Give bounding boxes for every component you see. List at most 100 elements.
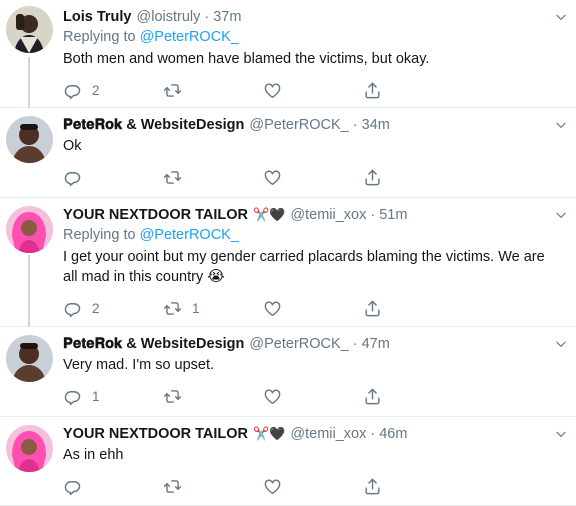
share-icon [363, 387, 382, 406]
display-name[interactable]: YOUR NEXTDOOR TAILOR [63, 425, 248, 443]
separator-dot: · [370, 207, 376, 223]
like-icon [263, 168, 282, 187]
replying-to-label: Replying to [63, 29, 136, 45]
like-button[interactable] [263, 168, 363, 187]
share-button[interactable] [363, 299, 463, 318]
tweet-actions: 1 [63, 377, 564, 415]
tweet-text: Ok [63, 138, 82, 154]
tweet-text: Very mad. I'm so upset. [63, 357, 215, 373]
tweet-lois-truly[interactable]: Lois Truly @loistruly · 37m Replying to … [0, 0, 576, 108]
like-icon [263, 387, 282, 406]
share-icon [363, 81, 382, 100]
tweet-header: 𝐏𝐞𝐭𝐞𝐑𝐨𝐤 & WebsiteDesign @PeterROCK_ · 34… [63, 116, 564, 134]
share-button[interactable] [363, 81, 463, 100]
display-name[interactable]: Lois Truly [63, 8, 132, 26]
retweet-icon [163, 387, 182, 406]
tweet-text-body: I get your ooint but my gender carried p… [63, 249, 545, 285]
chevron-down-icon[interactable] [554, 118, 568, 132]
user-handle[interactable]: @temii_xox [290, 425, 366, 443]
chevron-down-icon[interactable] [554, 10, 568, 24]
retweet-icon [163, 477, 182, 496]
reply-thread: Lois Truly @loistruly · 37m Replying to … [0, 0, 576, 506]
timestamp[interactable]: 37m [213, 8, 241, 26]
reply-button[interactable]: 1 [63, 387, 163, 406]
avatar[interactable] [6, 335, 53, 382]
tweet-header: 𝐏𝐞𝐭𝐞𝐑𝐨𝐤 & WebsiteDesign @PeterROCK_ · 47… [63, 335, 564, 353]
reply-button[interactable] [63, 168, 163, 187]
separator-dot: · [204, 9, 210, 25]
thread-line [28, 57, 30, 108]
timestamp[interactable]: 46m [379, 425, 407, 443]
tweet-actions [63, 158, 564, 196]
reply-count: 1 [92, 388, 100, 404]
separator-dot: · [352, 336, 358, 352]
reply-icon [63, 168, 82, 187]
chevron-down-icon[interactable] [554, 337, 568, 351]
replying-to: Replying to @PeterROCK_ [63, 226, 564, 245]
like-icon [263, 477, 282, 496]
thread-line [28, 255, 30, 327]
tweet-nextdoor-tailor[interactable]: YOUR NEXTDOOR TAILOR ✂️🖤 @temii_xox · 46… [0, 417, 576, 506]
avatar[interactable] [6, 116, 53, 163]
avatar[interactable] [6, 206, 53, 253]
retweet-button[interactable] [163, 387, 263, 406]
like-icon [263, 81, 282, 100]
tweet-actions: 2 1 [63, 289, 564, 327]
tweet-peterrock[interactable]: 𝐏𝐞𝐭𝐞𝐑𝐨𝐤 & WebsiteDesign @PeterROCK_ · 47… [0, 327, 576, 417]
like-button[interactable] [263, 299, 363, 318]
reply-button[interactable] [63, 477, 163, 496]
tweet-actions [63, 467, 564, 505]
share-button[interactable] [363, 168, 463, 187]
display-name[interactable]: 𝐏𝐞𝐭𝐞𝐑𝐨𝐤 & WebsiteDesign [63, 116, 244, 134]
replying-to-mention[interactable]: @PeterROCK_ [140, 227, 239, 243]
share-icon [363, 168, 382, 187]
display-name[interactable]: 𝐏𝐞𝐭𝐞𝐑𝐨𝐤 & WebsiteDesign [63, 335, 244, 353]
user-handle[interactable]: @temii_xox [290, 206, 366, 224]
like-icon [263, 299, 282, 318]
retweet-icon [163, 299, 182, 318]
avatar[interactable] [6, 6, 53, 53]
separator-dot: · [352, 117, 358, 133]
replying-to: Replying to @PeterROCK_ [63, 28, 564, 47]
retweet-icon [163, 168, 182, 187]
like-button[interactable] [263, 81, 363, 100]
share-button[interactable] [363, 387, 463, 406]
share-icon [363, 477, 382, 496]
avatar[interactable] [6, 425, 53, 472]
retweet-button[interactable] [163, 81, 263, 100]
display-name[interactable]: YOUR NEXTDOOR TAILOR [63, 206, 248, 224]
chevron-down-icon[interactable] [554, 208, 568, 222]
tweet-header: YOUR NEXTDOOR TAILOR ✂️🖤 @temii_xox · 46… [63, 425, 564, 443]
reply-icon [63, 299, 82, 318]
timestamp[interactable]: 51m [379, 206, 407, 224]
reply-count: 2 [92, 300, 100, 316]
separator-dot: · [370, 426, 376, 442]
tweet-text: As in ehh [63, 447, 124, 463]
like-button[interactable] [263, 387, 363, 406]
tweet-text: Both men and women have blamed the victi… [63, 51, 430, 67]
user-handle[interactable]: @loistruly [137, 8, 201, 26]
timestamp[interactable]: 47m [362, 335, 390, 353]
replying-to-mention[interactable]: @PeterROCK_ [140, 29, 239, 45]
reply-icon [63, 387, 82, 406]
share-icon [363, 299, 382, 318]
share-button[interactable] [363, 477, 463, 496]
retweet-count: 1 [192, 300, 200, 316]
reply-icon [63, 81, 82, 100]
timestamp[interactable]: 34m [362, 116, 390, 134]
tweet-peterrock[interactable]: 𝐏𝐞𝐭𝐞𝐑𝐨𝐤 & WebsiteDesign @PeterROCK_ · 34… [0, 108, 576, 198]
name-emoji: ✂️🖤 [253, 426, 286, 441]
like-button[interactable] [263, 477, 363, 496]
retweet-button[interactable]: 1 [163, 299, 263, 318]
retweet-icon [163, 81, 182, 100]
reply-icon [63, 477, 82, 496]
retweet-button[interactable] [163, 477, 263, 496]
user-handle[interactable]: @PeterROCK_ [249, 116, 348, 134]
retweet-button[interactable] [163, 168, 263, 187]
chevron-down-icon[interactable] [554, 427, 568, 441]
tweet-actions: 2 [63, 71, 564, 109]
reply-button[interactable]: 2 [63, 299, 163, 318]
reply-button[interactable]: 2 [63, 81, 163, 100]
user-handle[interactable]: @PeterROCK_ [249, 335, 348, 353]
tweet-nextdoor-tailor[interactable]: YOUR NEXTDOOR TAILOR ✂️🖤 @temii_xox · 51… [0, 198, 576, 327]
